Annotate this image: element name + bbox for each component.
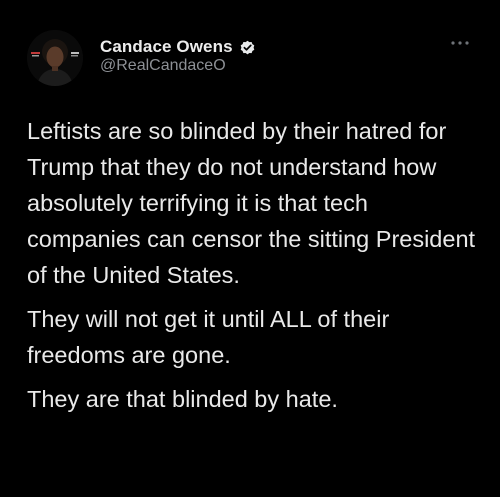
author-handle[interactable]: @RealCandaceO	[100, 57, 226, 75]
tweet-paragraph-2: They will not get it until ALL of their …	[27, 306, 390, 368]
tweet-paragraph-1: Leftists are so blinded by their hatred …	[27, 118, 476, 288]
ellipsis-icon[interactable]	[450, 38, 470, 48]
tweet-paragraph-3: They are that blinded by hate.	[27, 386, 338, 412]
avatar[interactable]	[27, 30, 83, 86]
author-display-name[interactable]: Candace Owens	[100, 37, 233, 57]
tweet-card: Candace Owens @RealCandaceO Leftists are…	[0, 0, 500, 497]
tweet-text: Leftists are so blinded by their hatred …	[27, 113, 482, 417]
author-name-row[interactable]: Candace Owens	[100, 36, 256, 58]
verified-badge-icon	[239, 39, 256, 56]
avatar-image	[27, 30, 83, 86]
